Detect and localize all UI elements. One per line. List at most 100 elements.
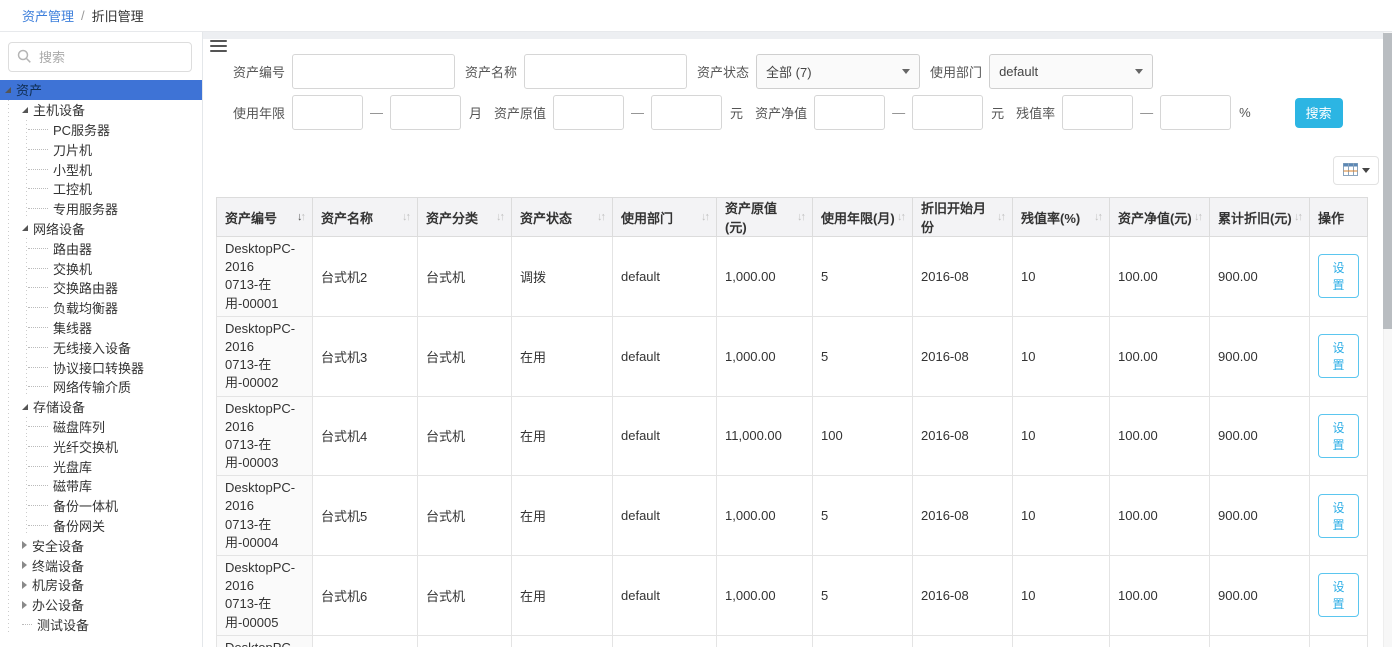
main-content: 资产编号 资产名称 资产状态 全部 (7) 使用部门 default	[203, 32, 1392, 647]
tree-node[interactable]: 办公设备	[0, 595, 202, 615]
sort-arrows-icon[interactable]: ↓↑	[797, 211, 804, 223]
tree-node[interactable]: 无线接入设备	[0, 337, 202, 357]
sort-arrows-icon[interactable]: ↓↑	[597, 211, 604, 223]
tree-node[interactable]: 专用服务器	[0, 199, 202, 219]
original-value-cell: 1,000.00	[717, 237, 813, 317]
residual-rate-min-input[interactable]	[1062, 95, 1133, 130]
tree-node[interactable]: 备份网关	[0, 516, 202, 536]
sort-arrows-icon[interactable]: ↓↑	[402, 211, 409, 223]
column-header[interactable]: 资产编号↓↑	[217, 198, 313, 237]
column-header[interactable]: 资产分类↓↑	[418, 198, 512, 237]
tree-node[interactable]: 测试设备	[0, 615, 202, 635]
tree-node[interactable]: 网络传输介质	[0, 377, 202, 397]
accumulated-depreciation-cell: 900.00	[1210, 556, 1310, 636]
search-button[interactable]: 搜索	[1295, 98, 1343, 128]
tree-node[interactable]: 网络设备	[0, 219, 202, 239]
sort-arrows-icon[interactable]: ↓↑	[297, 211, 304, 223]
leaf-connector	[28, 287, 48, 288]
range-separator: —	[1140, 105, 1153, 120]
tree-node[interactable]: 交换路由器	[0, 278, 202, 298]
sort-arrows-icon[interactable]: ↓↑	[1094, 211, 1101, 223]
table-columns-icon	[1343, 163, 1358, 179]
column-settings-button[interactable]	[1333, 156, 1379, 185]
tree-node[interactable]: 终端设备	[0, 555, 202, 575]
expand-node-icon[interactable]	[22, 601, 27, 609]
expand-node-icon[interactable]	[22, 581, 27, 589]
sort-arrows-icon[interactable]: ↓↑	[1194, 211, 1201, 223]
action-cell: 设置	[1310, 316, 1368, 396]
tree-node[interactable]: 磁带库	[0, 476, 202, 496]
tree-node[interactable]: 主机设备	[0, 100, 202, 120]
collapse-node-icon[interactable]	[22, 225, 28, 231]
asset-tree: 资产主机设备PC服务器刀片机小型机工控机专用服务器网络设备路由器交换机交换路由器…	[0, 80, 202, 634]
settings-button[interactable]: 设置	[1318, 254, 1359, 298]
original-value-max-input[interactable]	[651, 95, 722, 130]
column-header[interactable]: 资产净值(元)↓↑	[1110, 198, 1210, 237]
collapse-node-icon[interactable]	[22, 404, 28, 410]
tree-node[interactable]: 小型机	[0, 159, 202, 179]
tree-node[interactable]: 工控机	[0, 179, 202, 199]
column-header[interactable]: 使用部门↓↑	[613, 198, 717, 237]
breadcrumb-parent-link[interactable]: 资产管理	[22, 6, 74, 25]
vertical-scrollbar-thumb[interactable]	[1383, 33, 1392, 329]
original-value-min-input[interactable]	[553, 95, 624, 130]
net-value-min-input[interactable]	[814, 95, 885, 130]
tree-node[interactable]: 光盘库	[0, 456, 202, 476]
asset-no-input[interactable]	[292, 54, 455, 89]
sort-arrows-icon[interactable]: ↓↑	[1294, 211, 1301, 223]
tree-node[interactable]: 路由器	[0, 238, 202, 258]
department-value: default	[999, 64, 1038, 79]
collapse-node-icon[interactable]	[22, 107, 28, 113]
vertical-scrollbar-track[interactable]	[1383, 32, 1392, 647]
tree-search-input[interactable]	[8, 42, 192, 72]
asset-category-cell: 台式机	[418, 635, 512, 647]
tree-node[interactable]: 备份一体机	[0, 496, 202, 516]
expand-node-icon[interactable]	[22, 561, 27, 569]
asset-status-select[interactable]: 全部 (7)	[756, 54, 920, 89]
tree-node[interactable]: 协议接口转换器	[0, 357, 202, 377]
column-header[interactable]: 资产原值(元)↓↑	[717, 198, 813, 237]
sort-arrows-icon[interactable]: ↓↑	[701, 211, 708, 223]
net-value-max-input[interactable]	[912, 95, 983, 130]
column-header[interactable]: 折旧开始月份↓↑	[913, 198, 1013, 237]
tree-node[interactable]: 磁盘阵列	[0, 417, 202, 437]
tree-node-label: 备份网关	[53, 516, 105, 535]
collapse-node-icon[interactable]	[5, 87, 11, 93]
tree-node-label: 网络传输介质	[53, 377, 131, 396]
column-header[interactable]: 资产名称↓↑	[313, 198, 418, 237]
tree-node[interactable]: 资产	[0, 80, 202, 100]
sort-arrows-icon[interactable]: ↓↑	[997, 211, 1004, 223]
settings-button[interactable]: 设置	[1318, 414, 1359, 458]
asset-name-input[interactable]	[524, 54, 687, 89]
department-label: 使用部门	[930, 62, 982, 81]
tree-node[interactable]: 负载均衡器	[0, 298, 202, 318]
service-life-max-input[interactable]	[390, 95, 461, 130]
settings-button[interactable]: 设置	[1318, 573, 1359, 617]
column-header[interactable]: 残值率(%)↓↑	[1013, 198, 1110, 237]
tree-node[interactable]: 光纤交换机	[0, 436, 202, 456]
tree-node-label: 交换路由器	[53, 278, 118, 297]
settings-button[interactable]: 设置	[1318, 494, 1359, 538]
tree-node[interactable]: 存储设备	[0, 397, 202, 417]
tree-node[interactable]: 安全设备	[0, 535, 202, 555]
service-life-min-input[interactable]	[292, 95, 363, 130]
sort-arrows-icon[interactable]: ↓↑	[496, 211, 503, 223]
expand-node-icon[interactable]	[22, 541, 27, 549]
tree-node[interactable]: 刀片机	[0, 139, 202, 159]
settings-button[interactable]: 设置	[1318, 334, 1359, 378]
depreciation-start-cell: 2016-08	[913, 237, 1013, 317]
asset-name-cell: 台式机6	[313, 556, 418, 636]
tree-node-label: 存储设备	[33, 397, 85, 416]
tree-node[interactable]: 交换机	[0, 258, 202, 278]
column-header[interactable]: 累计折旧(元)↓↑	[1210, 198, 1310, 237]
residual-rate-max-input[interactable]	[1160, 95, 1231, 130]
tree-node[interactable]: 集线器	[0, 318, 202, 338]
column-header[interactable]: 资产状态↓↑	[512, 198, 613, 237]
department-select[interactable]: default	[989, 54, 1153, 89]
residual-rate-cell: 10	[1013, 396, 1110, 476]
tree-node[interactable]: PC服务器	[0, 120, 202, 140]
sort-arrows-icon[interactable]: ↓↑	[897, 211, 904, 223]
column-header[interactable]: 使用年限(月)↓↑	[813, 198, 913, 237]
collapse-sidebar-icon[interactable]	[210, 40, 227, 55]
tree-node[interactable]: 机房设备	[0, 575, 202, 595]
